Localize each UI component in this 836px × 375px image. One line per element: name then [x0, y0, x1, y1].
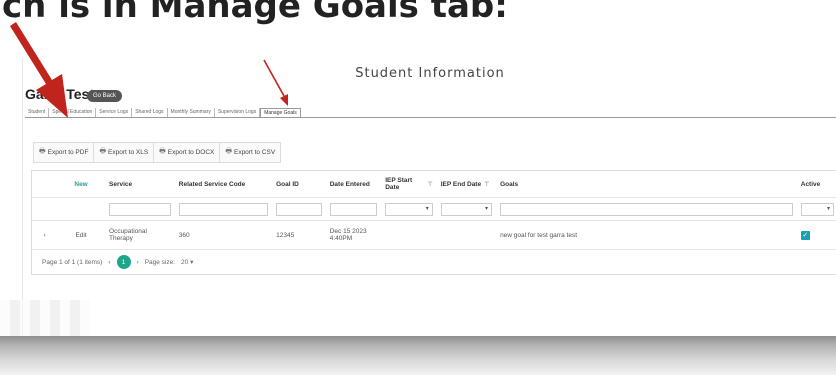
filter-cell-empty: [57, 198, 105, 220]
filter-iep-end-cell: ▾: [437, 198, 496, 220]
header-iep-start-label: IEP Start Date: [385, 177, 413, 191]
screen-bottom-shadow: [0, 336, 836, 375]
filter-code-cell: [175, 198, 272, 220]
page-title: Student Information: [355, 66, 505, 81]
header-iep-end[interactable]: IEP End Date ⊤: [437, 171, 496, 197]
filter-goal-id-input[interactable]: [276, 202, 322, 216]
header-active[interactable]: Active: [797, 171, 836, 197]
page-size-value: 20: [181, 259, 189, 266]
export-csv-button[interactable]: 🖶 Export to CSV: [219, 142, 282, 163]
page-size-select[interactable]: 20 ▾: [181, 258, 193, 266]
cell-active: ✓: [797, 221, 836, 249]
header-goal-id[interactable]: Goal ID: [272, 171, 326, 197]
edit-link[interactable]: Edit: [57, 221, 105, 249]
header-date-entered[interactable]: Date Entered: [326, 171, 382, 197]
filter-goals-input[interactable]: [500, 202, 793, 216]
goals-grid: New Service Related Service Code Goal ID…: [31, 170, 836, 275]
cell-service: Occupational Therapy: [109, 228, 147, 242]
export-icon: 🖶: [99, 148, 107, 155]
red-arrow-annotation: [10, 22, 68, 118]
grid-filter-row: ▾ ▾ ▾: [32, 198, 836, 221]
expand-row-icon[interactable]: ›: [32, 221, 57, 249]
app-window: Student Information Garra Test Go Back S…: [22, 58, 836, 336]
filter-icon[interactable]: ⊤: [428, 181, 433, 188]
export-pdf-label: Export to PDF: [47, 149, 89, 156]
filter-icon[interactable]: ⊤: [484, 181, 489, 188]
pager-prev-button[interactable]: ‹: [108, 259, 110, 266]
header-goals[interactable]: Goals: [496, 171, 797, 197]
chevron-down-icon: ▾: [827, 205, 831, 212]
cell-goals: new goal for test garra test: [500, 231, 578, 239]
tab-manage-goals[interactable]: Manage Goals: [260, 108, 301, 117]
cell-related-service-code: 360: [178, 231, 190, 239]
cell-iep-start: [381, 221, 437, 249]
export-toolbar: 🖶 Export to PDF 🖶 Export to XLS 🖶 Export to…: [33, 142, 282, 163]
page-size-label: Page size:: [144, 258, 176, 266]
export-icon: 🖶: [159, 148, 166, 155]
tab-shared-logs[interactable]: Shared Logs: [132, 108, 168, 117]
filter-service-input[interactable]: [109, 202, 171, 216]
export-docx-label: Export to DOCX: [167, 149, 215, 156]
pager-next-button[interactable]: ›: [137, 259, 139, 266]
filter-goal-id-cell: [272, 198, 326, 220]
header-iep-end-label: IEP End Date: [440, 180, 482, 188]
filter-goals-cell: [496, 198, 797, 220]
cell-date-entered: Dec 15 2023 4:40PM: [329, 228, 367, 242]
export-xls-label: Export to XLS: [108, 149, 149, 156]
filter-service-cell: [105, 198, 175, 220]
header-service[interactable]: Service: [105, 171, 175, 197]
filter-cell-empty: [32, 198, 57, 220]
export-csv-label: Export to CSV: [233, 149, 276, 156]
tab-monthly-summary[interactable]: Monthly Summary: [168, 108, 215, 117]
filter-code-input[interactable]: [178, 202, 269, 216]
export-icon: 🖶: [225, 148, 232, 155]
red-arrow-annotation-small: [263, 59, 288, 106]
pager: Page 1 of 1 (1 items) ‹ 1 › Page size: 2…: [32, 250, 836, 274]
filter-iep-start-cell: ▾: [381, 198, 437, 220]
filter-date-cell: [326, 198, 382, 220]
go-back-button[interactable]: Go Back: [87, 90, 123, 102]
chevron-down-icon: ▾: [425, 205, 429, 212]
filter-active-select[interactable]: ▾: [800, 202, 835, 216]
filter-iep-start-select[interactable]: ▾: [385, 202, 433, 216]
cell-iep-end: [437, 221, 496, 249]
header-related-service-code[interactable]: Related Service Code: [175, 171, 272, 197]
active-checkbox[interactable]: ✓: [800, 230, 810, 240]
new-goal-link[interactable]: New: [57, 171, 105, 197]
filter-iep-end-select[interactable]: ▾: [440, 202, 493, 216]
export-docx-button[interactable]: 🖶 Export to DOCX: [153, 142, 220, 163]
tab-service-logs[interactable]: Service Logs: [96, 108, 133, 117]
chevron-down-icon: ▾: [485, 205, 489, 212]
slide-title: ch is in Manage Goals tab:: [2, 0, 508, 26]
table-row: › Edit Occupational Therapy 360 12345 De…: [32, 221, 836, 250]
export-pdf-button[interactable]: 🖶 Export to PDF: [33, 142, 94, 163]
header-iep-start[interactable]: IEP Start Date ⊤: [381, 171, 437, 197]
filter-active-cell: ▾: [797, 198, 836, 220]
tab-bar: Student Special Education Service Logs S…: [25, 108, 836, 118]
tab-supervision-logs[interactable]: Supervision Logs: [215, 108, 261, 117]
export-xls-button[interactable]: 🖶 Export to XLS: [93, 142, 154, 163]
export-icon: 🖶: [39, 148, 46, 155]
header-expand: [32, 171, 57, 197]
cell-goal-id: 12345: [276, 231, 295, 239]
chevron-down-icon: ▾: [190, 259, 194, 266]
filter-date-input[interactable]: [329, 202, 378, 216]
pager-page-button[interactable]: 1: [116, 255, 131, 269]
pager-info: Page 1 of 1 (1 items): [42, 258, 103, 266]
grid-header-row: New Service Related Service Code Goal ID…: [32, 171, 836, 198]
